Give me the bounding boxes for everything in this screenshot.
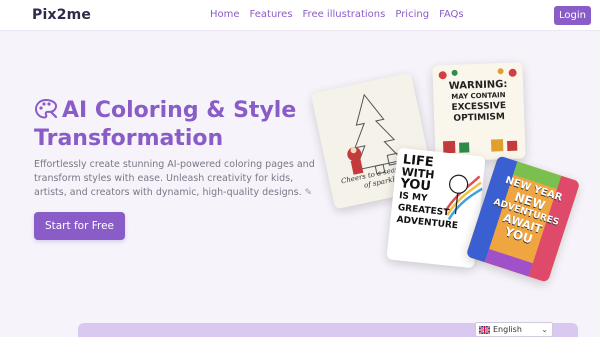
card3-text: LIFE WITH YOU IS MY GREATEST ADVENTURE	[396, 152, 463, 232]
uk-flag-icon	[479, 325, 490, 334]
card2-text: WARNING: MAY CONTAIN EXCESSIVE OPTIMISM	[433, 78, 524, 125]
top-navbar: Pix2me Home Features Free illustrations …	[0, 0, 600, 31]
login-button[interactable]: Login	[554, 6, 591, 25]
card-warning-optimism: WARNING: MAY CONTAIN EXCESSIVE OPTIMISM	[432, 62, 526, 162]
language-label: English	[493, 325, 522, 334]
hero-description: Effortlessly create stunning AI-powered …	[34, 159, 315, 198]
start-for-free-button[interactable]: Start for Free	[34, 212, 125, 240]
nav-link-free-illustrations[interactable]: Free illustrations	[303, 9, 386, 20]
sparkle-icon: ✎	[304, 188, 313, 198]
hero-title-block: AI Coloring & Style Transformation	[34, 97, 354, 153]
nav-link-home[interactable]: Home	[210, 9, 240, 20]
nav-link-faqs[interactable]: FAQs	[439, 9, 464, 20]
hero-title: AI Coloring & Style Transformation	[34, 98, 297, 151]
hero-description-block: Effortlessly create stunning AI-powered …	[34, 158, 324, 200]
logo[interactable]: Pix2me	[32, 7, 91, 23]
chevron-down-icon: ⌄	[541, 325, 548, 334]
nav-link-pricing[interactable]: Pricing	[395, 9, 429, 20]
language-select[interactable]: English ⌄	[475, 322, 553, 337]
nav-links: Home Features Free illustrations Pricing…	[210, 9, 474, 20]
palette-icon	[34, 98, 58, 119]
nav-link-features[interactable]: Features	[250, 9, 293, 20]
